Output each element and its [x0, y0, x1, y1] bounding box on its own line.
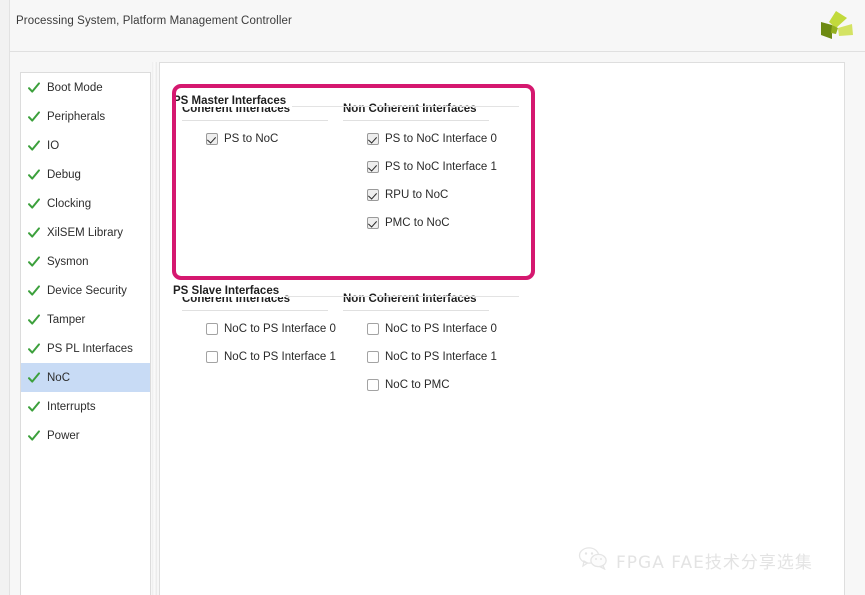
sidebar-item-boot-mode[interactable]: Boot Mode — [21, 73, 150, 102]
green-check-icon — [27, 371, 41, 385]
group-ps-master-interfaces: PS Master Interfaces — [173, 91, 533, 109]
checkbox-row-pmc-to-noc[interactable]: PMC to NoC — [367, 215, 450, 231]
sidebar-item-io[interactable]: IO — [21, 131, 150, 160]
green-check-icon — [27, 81, 41, 95]
checkbox-unchecked-icon[interactable] — [367, 379, 379, 391]
sidebar-item-label: IO — [47, 139, 60, 152]
checkbox-label: NoC to PS Interface 0 — [385, 323, 497, 335]
checkbox-unchecked-icon[interactable] — [206, 323, 218, 335]
sidebar-item-clocking[interactable]: Clocking — [21, 189, 150, 218]
checkbox-row-rpu-to-noc[interactable]: RPU to NoC — [367, 187, 448, 203]
column-separator — [182, 310, 328, 311]
sidebar-item-xilsem-library[interactable]: XilSEM Library — [21, 218, 150, 247]
green-check-icon — [27, 110, 41, 124]
checkbox-label: NoC to PS Interface 0 — [224, 323, 336, 335]
checkbox-checked-icon[interactable] — [367, 161, 379, 173]
checkbox-label: NoC to PS Interface 1 — [385, 351, 497, 363]
window-left-gutter — [0, 0, 10, 595]
application-window: Processing System, Platform Management C… — [0, 0, 865, 595]
checkbox-row-ps-to-noc-interface-1[interactable]: PS to NoC Interface 1 — [367, 159, 497, 175]
green-check-icon — [27, 255, 41, 269]
checkbox-unchecked-icon[interactable] — [367, 323, 379, 335]
sidebar-item-label: Debug — [47, 168, 81, 181]
watermark: FPGA FAE技术分享选集 — [578, 546, 813, 575]
green-check-icon — [27, 400, 41, 414]
checkbox-label: PMC to NoC — [385, 217, 450, 229]
wechat-icon — [578, 546, 608, 575]
amd-xilinx-pinwheel-logo-icon — [812, 8, 858, 48]
green-check-icon — [27, 197, 41, 211]
checkbox-label: PS to NoC — [224, 133, 279, 145]
column-title: Non Coherent Interfaces — [343, 293, 477, 305]
checkbox-label: NoC to PMC — [385, 379, 450, 391]
sidebar-item-label: XilSEM Library — [47, 226, 124, 239]
checkbox-row-noc-to-ps-interface-0[interactable]: NoC to PS Interface 0 — [367, 321, 497, 337]
checkbox-unchecked-icon[interactable] — [206, 351, 218, 363]
sidebar-item-label: Power — [47, 429, 80, 442]
sidebar-item-label: Boot Mode — [47, 81, 103, 94]
checkbox-checked-icon[interactable] — [206, 133, 218, 145]
sidebar-splitter[interactable] — [152, 62, 157, 595]
green-check-icon — [27, 342, 41, 356]
watermark-text: FPGA FAE技术分享选集 — [616, 553, 813, 573]
group-title: PS Master Interfaces — [173, 95, 293, 107]
sidebar-item-device-security[interactable]: Device Security — [21, 276, 150, 305]
checkbox-row-ps-to-noc-interface-0[interactable]: PS to NoC Interface 0 — [367, 131, 497, 147]
sidebar-item-sysmon[interactable]: Sysmon — [21, 247, 150, 276]
checkbox-label: NoC to PS Interface 1 — [224, 351, 336, 363]
sidebar-item-label: Clocking — [47, 197, 92, 210]
checkbox-row-ps-to-noc[interactable]: PS to NoC — [206, 131, 278, 147]
sidebar-item-peripherals[interactable]: Peripherals — [21, 102, 150, 131]
checkbox-row-noc-to-pmc[interactable]: NoC to PMC — [367, 377, 450, 393]
checkbox-checked-icon[interactable] — [367, 133, 379, 145]
window-right-gutter — [846, 52, 865, 595]
sidebar-item-interrupts[interactable]: Interrupts — [21, 392, 150, 421]
checkbox-checked-icon[interactable] — [367, 217, 379, 229]
page-title: Processing System, Platform Management C… — [16, 15, 292, 27]
green-check-icon — [27, 226, 41, 240]
sidebar-item-label: Interrupts — [47, 400, 96, 413]
checkbox-row-noc-to-ps-interface-1[interactable]: NoC to PS Interface 1 — [206, 349, 336, 365]
green-check-icon — [27, 168, 41, 182]
sidebar-item-power[interactable]: Power — [21, 421, 150, 450]
checkbox-label: PS to NoC Interface 0 — [385, 133, 497, 145]
sidebar-item-ps-pl-interfaces[interactable]: PS PL Interfaces — [21, 334, 150, 363]
column-title: Non Coherent Interfaces — [343, 103, 477, 115]
sidebar-item-label: Tamper — [47, 313, 86, 326]
noc-configuration-panel: PS Master Interfaces Coherent Interfaces P… — [159, 62, 845, 595]
column-separator — [182, 120, 328, 121]
navigation-sidebar: Boot Mode Peripherals IO Debug Clocking XilSE… — [20, 72, 151, 595]
sidebar-item-label: NoC — [47, 371, 71, 384]
checkbox-unchecked-icon[interactable] — [367, 351, 379, 363]
green-check-icon — [27, 313, 41, 327]
green-check-icon — [27, 139, 41, 153]
sidebar-item-label: Sysmon — [47, 255, 89, 268]
sidebar-item-debug[interactable]: Debug — [21, 160, 150, 189]
sidebar-item-noc[interactable]: NoC — [21, 363, 150, 392]
window-title-bar: Processing System, Platform Management C… — [10, 0, 865, 52]
sidebar-item-label: PS PL Interfaces — [47, 342, 133, 355]
checkbox-row-noc-to-ps-interface-0[interactable]: NoC to PS Interface 0 — [206, 321, 336, 337]
sidebar-item-label: Peripherals — [47, 110, 106, 123]
sidebar-item-tamper[interactable]: Tamper — [21, 305, 150, 334]
column-separator — [343, 120, 489, 121]
green-check-icon — [27, 429, 41, 443]
sidebar-item-list: Boot Mode Peripherals IO Debug Clocking XilSE… — [21, 73, 150, 450]
group-title: PS Slave Interfaces — [173, 285, 286, 297]
green-check-icon — [27, 284, 41, 298]
checkbox-checked-icon[interactable] — [367, 189, 379, 201]
group-ps-slave-interfaces: PS Slave Interfaces — [173, 281, 533, 299]
column-separator — [343, 310, 489, 311]
checkbox-row-noc-to-ps-interface-1[interactable]: NoC to PS Interface 1 — [367, 349, 497, 365]
checkbox-label: PS to NoC Interface 1 — [385, 161, 497, 173]
sidebar-item-label: Device Security — [47, 284, 127, 297]
checkbox-label: RPU to NoC — [385, 189, 449, 201]
